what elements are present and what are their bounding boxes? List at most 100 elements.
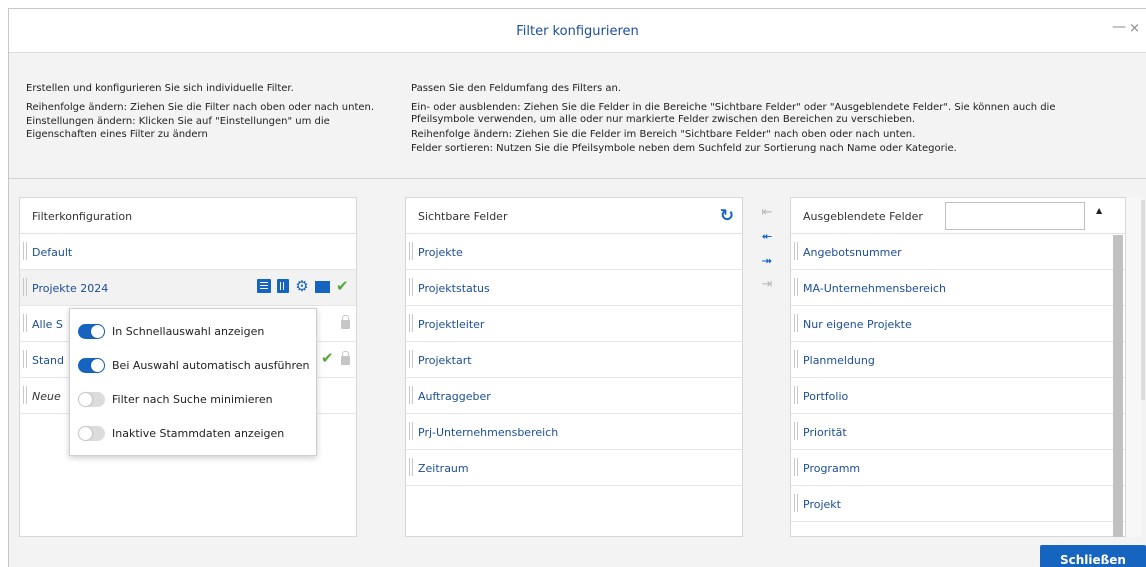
drag-handle-icon[interactable] <box>23 242 27 260</box>
move-all-left-icon[interactable]: ⯬ <box>755 225 779 249</box>
drag-handle-icon[interactable] <box>23 350 27 368</box>
gear-icon[interactable]: ⚙ <box>295 279 309 294</box>
filter-help-settings: Einstellungen ändern: Klicken Sie auf "E… <box>26 116 386 141</box>
check-icon[interactable]: ✔ <box>336 279 350 294</box>
check-icon[interactable]: ✔ <box>321 351 335 366</box>
field-label: Priorität <box>803 426 847 439</box>
hidden-fields-scrollbar[interactable] <box>1126 197 1142 537</box>
fields-help-text: Passen Sie den Feldumfang des Filters an… <box>411 83 1111 158</box>
visible-field-row[interactable]: Auftraggeber <box>406 378 742 414</box>
visible-field-row[interactable]: Projektart <box>406 342 742 378</box>
toggle-label: Filter nach Suche minimieren <box>112 392 273 406</box>
toggle-row-inactive-data[interactable]: Inaktive Stammdaten anzeigen <box>78 423 284 443</box>
drag-handle-icon[interactable] <box>794 422 798 440</box>
drag-handle-icon[interactable] <box>409 458 413 476</box>
inactive-data-toggle[interactable] <box>78 425 105 441</box>
lock-icon <box>341 315 350 329</box>
search-input[interactable] <box>945 202 1085 230</box>
auto-run-toggle[interactable] <box>78 357 105 373</box>
field-label: Projektart <box>418 354 472 367</box>
hidden-field-row[interactable]: Planmeldung <box>791 342 1125 378</box>
toggle-row-quick-select[interactable]: In Schnellauswahl anzeigen <box>78 321 264 341</box>
title-bar: Filter konfigurieren — × <box>9 9 1146 53</box>
visible-field-row[interactable]: Projektleiter <box>406 306 742 342</box>
drag-handle-icon[interactable] <box>409 386 413 404</box>
help-key: Reihenfolge ändern: <box>26 101 127 113</box>
move-selected-right-icon[interactable]: ⇥ <box>755 273 779 297</box>
drag-handle-icon[interactable] <box>409 314 413 332</box>
filter-settings-popup: In Schnellauswahl anzeigen Bei Auswahl a… <box>69 308 317 456</box>
dialog-scrollbar[interactable] <box>1141 200 1145 400</box>
quick-select-toggle[interactable] <box>78 323 105 339</box>
filter-row-default[interactable]: Default <box>20 234 356 270</box>
visible-field-row[interactable]: Zeitraum <box>406 450 742 486</box>
help-key: Felder sortieren: <box>411 143 493 154</box>
drag-handle-icon[interactable] <box>794 314 798 332</box>
drag-handle-icon[interactable] <box>794 242 798 260</box>
minimize-toggle[interactable] <box>78 391 105 407</box>
filter-help-head: Erstellen und konfigurieren Sie sich ind… <box>26 83 294 94</box>
drag-handle-icon[interactable] <box>794 386 798 404</box>
close-icon[interactable]: × <box>1129 21 1140 36</box>
toggle-row-minimize[interactable]: Filter nach Suche minimieren <box>78 389 273 409</box>
filter-row-label: Alle S <box>32 318 63 331</box>
toggle-label: Bei Auswahl automatisch ausführen <box>112 358 310 372</box>
hidden-field-row[interactable]: Portfolio <box>791 378 1125 414</box>
move-all-right-icon[interactable]: ⯮ <box>755 249 779 273</box>
hidden-field-row[interactable]: MA-Unternehmensbereich <box>791 270 1125 306</box>
section-divider <box>9 178 1146 179</box>
filter-row-label: Default <box>32 246 73 259</box>
visible-field-row[interactable]: Projekte <box>406 234 742 270</box>
drag-handle-icon[interactable] <box>794 458 798 476</box>
hidden-field-row[interactable]: Nur eigene Projekte <box>791 306 1125 342</box>
field-label: Planmeldung <box>803 354 875 367</box>
scrollbar-thumb[interactable] <box>1113 235 1123 537</box>
filter-row-label: Neue <box>32 390 61 403</box>
drag-handle-icon[interactable] <box>409 242 413 260</box>
hidden-field-row[interactable]: Projekt <box>791 486 1125 522</box>
visible-field-row[interactable]: Projektstatus <box>406 270 742 306</box>
close-button[interactable]: Schließen <box>1040 545 1146 567</box>
help-text: Nutzen Sie die Pfeilsymbole neben dem Su… <box>492 143 957 154</box>
sort-up-icon[interactable]: ▲ <box>1096 206 1102 215</box>
field-label: Programm <box>803 462 861 475</box>
trash-icon[interactable] <box>277 279 289 293</box>
drag-handle-icon[interactable] <box>409 278 413 296</box>
filter-row-actions: ✔ <box>321 351 350 366</box>
reload-icon[interactable]: ↻ <box>720 206 734 226</box>
field-label: Portfolio <box>803 390 849 403</box>
drag-handle-icon[interactable] <box>794 350 798 368</box>
toggle-label: In Schnellauswahl anzeigen <box>112 324 265 338</box>
drag-handle-icon[interactable] <box>794 494 798 512</box>
toggle-row-auto-run[interactable]: Bei Auswahl automatisch ausführen <box>78 355 309 375</box>
field-label: Projekte <box>418 246 463 259</box>
edit-icon[interactable] <box>257 279 271 293</box>
toggle-knob <box>79 392 92 406</box>
filter-row-actions: ⚙ ✔ <box>257 279 350 294</box>
toggle-label: Inaktive Stammdaten anzeigen <box>112 426 285 440</box>
move-selected-left-icon[interactable]: ⇤ <box>755 201 779 225</box>
hidden-fields-title: Ausgeblendete Felder <box>803 210 923 223</box>
drag-handle-icon[interactable] <box>23 314 27 332</box>
field-label: Zeitraum <box>418 462 469 475</box>
help-text: Ziehen Sie die Felder im Bereich "Sichtb… <box>511 128 916 140</box>
drag-handle-icon[interactable] <box>409 422 413 440</box>
hidden-field-row[interactable]: Priorität <box>791 414 1125 450</box>
field-label: Projektleiter <box>418 318 485 331</box>
filter-row-projekte-2024[interactable]: Projekte 2024 ⚙ ✔ <box>20 270 356 306</box>
hidden-field-row[interactable]: Programm <box>791 450 1125 486</box>
minimize-icon[interactable]: — <box>1112 19 1126 35</box>
toggle-knob <box>79 426 92 440</box>
drag-handle-icon[interactable] <box>794 278 798 296</box>
drag-handle-icon[interactable] <box>409 350 413 368</box>
hidden-field-row[interactable]: Angebotsnummer <box>791 234 1125 270</box>
drag-handle-icon[interactable] <box>23 386 27 404</box>
field-label: MA-Unternehmensbereich <box>803 282 946 295</box>
drag-handle-icon[interactable] <box>23 278 27 296</box>
toggle-knob <box>91 324 104 338</box>
fields-help-order: Reihenfolge ändern: Ziehen Sie die Felde… <box>411 129 1111 142</box>
visible-field-row[interactable]: Prj-Unternehmensbereich <box>406 414 742 450</box>
copy-icon[interactable] <box>315 281 330 293</box>
filter-config-header: Filterkonfiguration <box>20 198 356 234</box>
filter-help-order: Reihenfolge ändern: Ziehen Sie die Filte… <box>26 102 386 115</box>
